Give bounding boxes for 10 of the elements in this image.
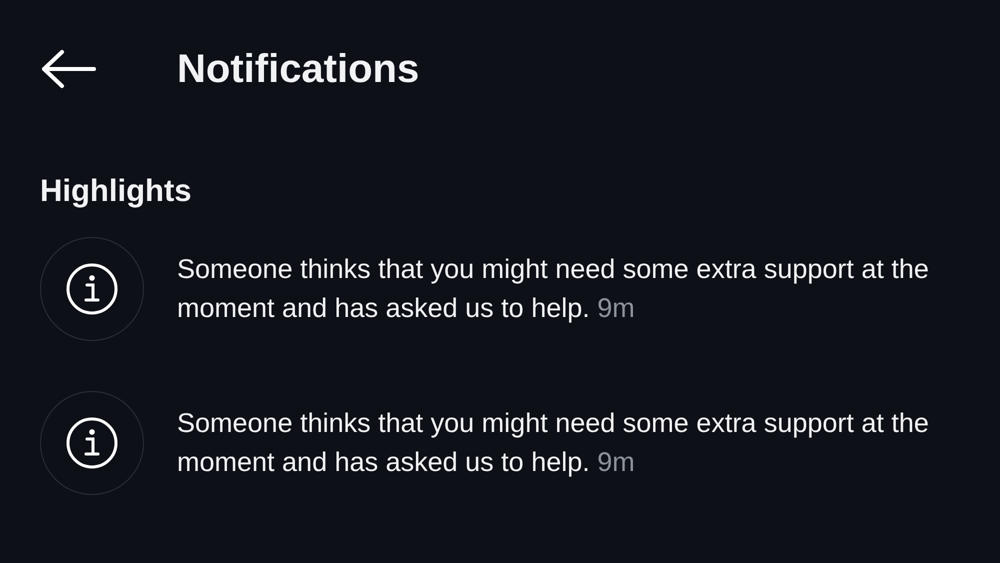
page-title: Notifications	[177, 46, 420, 92]
notification-time: 9m	[597, 293, 635, 323]
notification-time: 9m	[597, 447, 635, 477]
notification-text: Someone thinks that you might need some extra support at the moment and has asked us to help. 9m	[177, 253, 930, 325]
back-button[interactable]	[40, 49, 96, 89]
info-icon	[40, 391, 144, 495]
notification-text: Someone thinks that you might need some extra support at the moment and has asked us to help. 9m	[177, 407, 930, 479]
back-arrow-icon	[40, 49, 96, 89]
info-icon	[40, 237, 144, 341]
section-heading: Highlights	[40, 173, 193, 209]
